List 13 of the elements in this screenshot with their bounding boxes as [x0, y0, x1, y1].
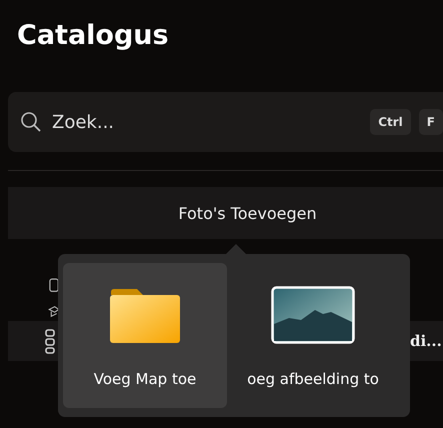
row-label: di... — [410, 332, 442, 350]
search-field[interactable]: Zoek... Ctrl F — [8, 92, 443, 152]
shortcut-key: Ctrl — [370, 109, 411, 135]
search-icon — [20, 111, 42, 133]
catalog-title: Catalogus — [16, 19, 170, 53]
add-photos-button[interactable]: Foto's Toevoegen — [8, 187, 443, 239]
image-icon — [271, 286, 355, 344]
menu-option[interactable]: oeg afbeelding to — [231, 263, 395, 408]
menu-option[interactable]: Voeg Map toe — [63, 263, 227, 408]
folder-icon — [109, 288, 181, 344]
search-input[interactable]: Zoek... — [50, 110, 362, 134]
shortcut-key: F — [418, 109, 443, 135]
grid-icon — [44, 328, 56, 354]
